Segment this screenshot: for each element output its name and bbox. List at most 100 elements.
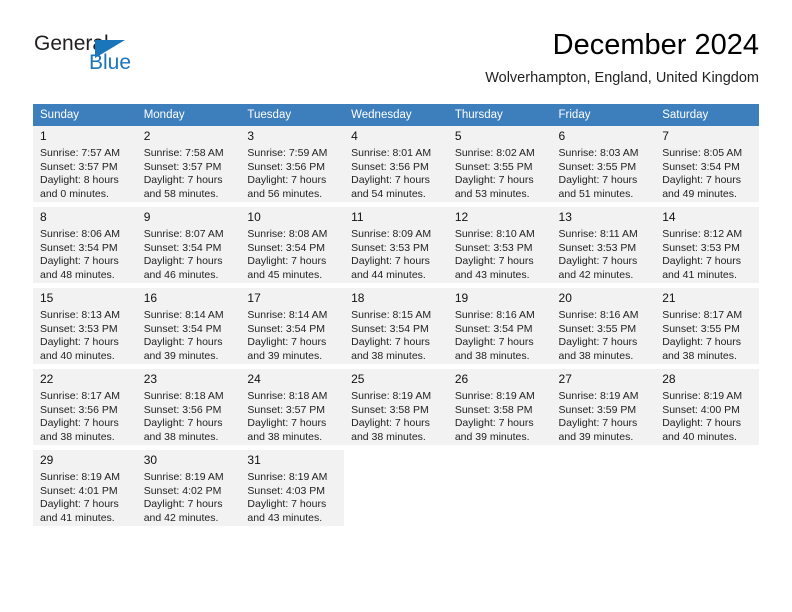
calendar-day-cell[interactable]: 13 Sunrise: 8:11 AM Sunset: 3:53 PM Dayligh… xyxy=(551,207,656,283)
calendar-day-cell[interactable]: 14 Sunrise: 8:12 AM Sunset: 3:53 PM Dayligh… xyxy=(655,207,759,283)
calendar-day-cell[interactable]: 5 Sunrise: 8:02 AM Sunset: 3:55 PM Daylight… xyxy=(447,126,552,202)
sunrise-time: Sunrise: 8:19 AM xyxy=(454,390,535,402)
calendar-day-cell[interactable]: 6 Sunrise: 8:03 AM Sunset: 3:55 PM Daylight… xyxy=(551,126,656,202)
daylight-duration-line1: Daylight: 7 hours xyxy=(351,255,430,268)
sunset-time: Sunset: 3:53 PM xyxy=(454,241,533,254)
calendar-day-cell[interactable]: 30 Sunrise: 8:19 AM Sunset: 4:02 PM Dayligh… xyxy=(136,450,241,526)
day-number: 18 xyxy=(351,291,365,305)
day-number: 12 xyxy=(454,210,469,224)
day-sun-info: Sunrise: 8:17 AM Sunset: 3:56 PM Daylight:… xyxy=(40,390,130,444)
calendar-day-cell[interactable]: 29 Sunrise: 8:19 AM Sunset: 4:01 PM Dayligh… xyxy=(33,450,137,526)
day-cell-inner: 8 Sunrise: 8:06 AM Sunset: 3:54 PM Daylight… xyxy=(33,207,137,283)
sunrise-time: Sunrise: 8:17 AM xyxy=(40,390,120,402)
calendar-empty-cell xyxy=(552,450,656,526)
daylight-duration-line1: Daylight: 7 hours xyxy=(143,336,223,349)
day-sun-info: Sunrise: 8:16 AM Sunset: 3:54 PM Daylight:… xyxy=(455,309,545,363)
calendar-day-cell[interactable]: 7 Sunrise: 8:05 AM Sunset: 3:54 PM Daylight… xyxy=(655,126,759,202)
daylight-duration-line1: Daylight: 7 hours xyxy=(247,336,327,349)
calendar-day-cell[interactable]: 28 Sunrise: 8:19 AM Sunset: 4:00 PM Dayligh… xyxy=(655,369,759,445)
daylight-duration-line2: and 58 minutes. xyxy=(143,187,219,200)
day-cell-inner xyxy=(344,450,448,526)
calendar-day-cell[interactable]: 20 Sunrise: 8:16 AM Sunset: 3:55 PM Dayligh… xyxy=(551,288,656,364)
weekday-header-friday: Friday xyxy=(551,104,656,126)
day-sun-info: Sunrise: 8:05 AM Sunset: 3:54 PM Daylight:… xyxy=(662,147,752,201)
title-block: December 2024 Wolverhampton, England, Un… xyxy=(485,28,759,88)
calendar-day-cell[interactable]: 9 Sunrise: 8:07 AM Sunset: 3:54 PM Daylight… xyxy=(136,207,241,283)
day-cell-inner xyxy=(448,450,552,526)
day-cell-inner xyxy=(552,450,656,526)
daylight-duration-line2: and 42 minutes. xyxy=(558,268,634,281)
day-cell-inner: 30 Sunrise: 8:19 AM Sunset: 4:02 PM Dayligh… xyxy=(136,450,241,526)
sunrise-time: Sunrise: 8:02 AM xyxy=(454,147,535,159)
daylight-duration-line1: Daylight: 7 hours xyxy=(247,498,327,511)
day-sun-info: Sunrise: 8:18 AM Sunset: 3:56 PM Daylight:… xyxy=(144,390,234,444)
sunset-time: Sunset: 3:54 PM xyxy=(454,322,533,335)
daylight-duration-line1: Daylight: 7 hours xyxy=(247,417,327,430)
calendar-day-cell[interactable]: 18 Sunrise: 8:15 AM Sunset: 3:54 PM Dayligh… xyxy=(344,288,448,364)
calendar-day-cell[interactable]: 24 Sunrise: 8:18 AM Sunset: 3:57 PM Dayligh… xyxy=(240,369,345,445)
calendar-day-cell[interactable]: 27 Sunrise: 8:19 AM Sunset: 3:59 PM Dayligh… xyxy=(551,369,656,445)
sunset-time: Sunset: 3:54 PM xyxy=(662,160,740,173)
sunrise-time: Sunrise: 8:11 AM xyxy=(558,228,638,240)
calendar-day-cell[interactable]: 23 Sunrise: 8:18 AM Sunset: 3:56 PM Dayligh… xyxy=(136,369,241,445)
weekday-header-monday: Monday xyxy=(136,104,241,126)
calendar-day-cell[interactable]: 19 Sunrise: 8:16 AM Sunset: 3:54 PM Dayligh… xyxy=(447,288,552,364)
calendar-day-cell[interactable]: 17 Sunrise: 8:14 AM Sunset: 3:54 PM Dayligh… xyxy=(240,288,345,364)
day-number: 27 xyxy=(558,372,572,386)
sunrise-time: Sunrise: 8:19 AM xyxy=(247,471,328,483)
calendar-day-cell[interactable]: 8 Sunrise: 8:06 AM Sunset: 3:54 PM Daylight… xyxy=(33,207,137,283)
day-number: 3 xyxy=(247,129,255,143)
sunset-time: Sunset: 3:56 PM xyxy=(143,403,222,416)
calendar-day-cell[interactable]: 12 Sunrise: 8:10 AM Sunset: 3:53 PM Dayligh… xyxy=(447,207,552,283)
calendar-day-cell[interactable]: 16 Sunrise: 8:14 AM Sunset: 3:54 PM Dayligh… xyxy=(136,288,241,364)
day-sun-info: Sunrise: 8:19 AM Sunset: 4:02 PM Daylight:… xyxy=(144,471,234,525)
daylight-duration-line1: Daylight: 7 hours xyxy=(247,174,327,187)
page-subtitle: Wolverhampton, England, United Kingdom xyxy=(485,70,759,86)
day-sun-info: Sunrise: 8:19 AM Sunset: 3:59 PM Daylight:… xyxy=(559,390,649,444)
day-number: 26 xyxy=(454,372,469,386)
daylight-duration-line1: Daylight: 7 hours xyxy=(40,417,119,430)
calendar-day-cell[interactable]: 4 Sunrise: 8:01 AM Sunset: 3:56 PM Daylight… xyxy=(344,126,448,202)
calendar-day-cell[interactable]: 2 Sunrise: 7:58 AM Sunset: 3:57 PM Daylight… xyxy=(136,126,241,202)
sunrise-time: Sunrise: 8:03 AM xyxy=(558,147,639,159)
daylight-duration-line2: and 0 minutes. xyxy=(40,187,109,200)
calendar-day-cell[interactable]: 21 Sunrise: 8:17 AM Sunset: 3:55 PM Dayligh… xyxy=(655,288,759,364)
calendar-empty-cell xyxy=(344,450,448,526)
weekday-header-sunday: Sunday xyxy=(33,104,137,126)
day-cell-inner: 13 Sunrise: 8:11 AM Sunset: 3:53 PM Dayligh… xyxy=(551,207,656,283)
calendar-week-row: 22 Sunrise: 8:17 AM Sunset: 3:56 PM Dayligh… xyxy=(33,369,759,445)
calendar-day-cell[interactable]: 31 Sunrise: 8:19 AM Sunset: 4:03 PM Dayligh… xyxy=(240,450,345,526)
daylight-duration-line2: and 43 minutes. xyxy=(454,268,530,281)
day-number xyxy=(662,450,752,456)
day-sun-info: Sunrise: 8:18 AM Sunset: 3:57 PM Daylight:… xyxy=(247,390,337,444)
day-number: 16 xyxy=(143,291,158,305)
calendar-day-cell[interactable]: 25 Sunrise: 8:19 AM Sunset: 3:58 PM Dayligh… xyxy=(344,369,448,445)
sunset-time: Sunset: 3:54 PM xyxy=(247,241,326,254)
day-cell-inner: 20 Sunrise: 8:16 AM Sunset: 3:55 PM Dayligh… xyxy=(551,288,656,364)
calendar-body: 1 Sunrise: 7:57 AM Sunset: 3:57 PM Daylight… xyxy=(33,126,759,526)
day-sun-info: Sunrise: 8:13 AM Sunset: 3:53 PM Daylight:… xyxy=(40,309,130,363)
calendar-day-cell[interactable]: 3 Sunrise: 7:59 AM Sunset: 3:56 PM Daylight… xyxy=(240,126,345,202)
calendar-day-cell[interactable]: 22 Sunrise: 8:17 AM Sunset: 3:56 PM Dayligh… xyxy=(33,369,137,445)
calendar-day-cell[interactable]: 15 Sunrise: 8:13 AM Sunset: 3:53 PM Dayligh… xyxy=(33,288,137,364)
sunrise-time: Sunrise: 8:12 AM xyxy=(662,228,743,240)
calendar-empty-cell xyxy=(448,450,552,526)
day-cell-inner: 11 Sunrise: 8:09 AM Sunset: 3:53 PM Dayligh… xyxy=(344,207,448,283)
calendar-day-cell[interactable]: 26 Sunrise: 8:19 AM Sunset: 3:58 PM Dayligh… xyxy=(447,369,552,445)
sunset-time: Sunset: 3:54 PM xyxy=(143,241,222,254)
calendar-header-row: Sunday Monday Tuesday Wednesday Thursday… xyxy=(33,104,759,126)
day-sun-info: Sunrise: 8:06 AM Sunset: 3:54 PM Daylight:… xyxy=(40,228,130,282)
daylight-duration-line2: and 39 minutes. xyxy=(558,430,634,443)
daylight-duration-line1: Daylight: 7 hours xyxy=(143,255,223,268)
calendar-day-cell[interactable]: 1 Sunrise: 7:57 AM Sunset: 3:57 PM Daylight… xyxy=(33,126,137,202)
sunrise-time: Sunrise: 7:58 AM xyxy=(143,147,224,159)
day-number: 17 xyxy=(247,291,261,305)
day-number: 19 xyxy=(454,291,469,305)
calendar-day-cell[interactable]: 11 Sunrise: 8:09 AM Sunset: 3:53 PM Dayligh… xyxy=(344,207,448,283)
day-sun-info: Sunrise: 8:19 AM Sunset: 3:58 PM Daylight:… xyxy=(455,390,545,444)
day-number: 5 xyxy=(454,129,462,143)
general-blue-logo[interactable]: General Blue xyxy=(33,32,213,88)
weekday-header-wednesday: Wednesday xyxy=(344,104,448,126)
calendar-day-cell[interactable]: 10 Sunrise: 8:08 AM Sunset: 3:54 PM Dayligh… xyxy=(240,207,345,283)
page-title: December 2024 xyxy=(552,29,759,61)
